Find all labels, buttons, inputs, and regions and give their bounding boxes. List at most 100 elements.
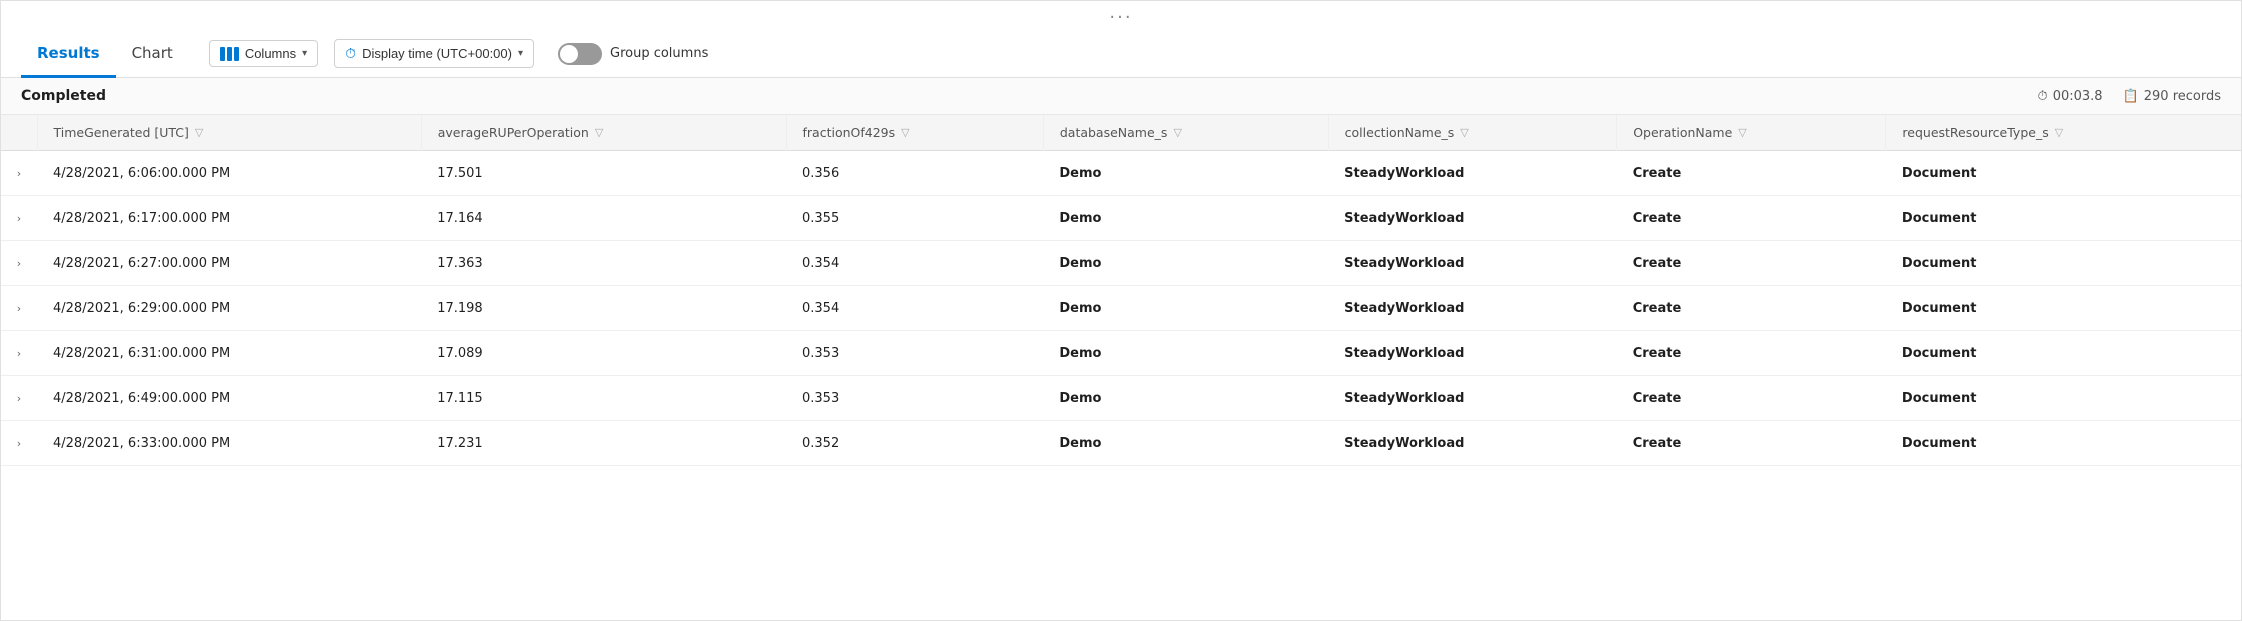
cell-fractionof429s: 0.356 <box>786 151 1043 196</box>
expand-row-button[interactable]: › <box>9 298 29 318</box>
cell-databasename_s: Demo <box>1043 376 1328 421</box>
cell-requestresourcetype_s: Document <box>1886 421 2241 466</box>
columns-button[interactable]: Columns ▾ <box>209 40 318 67</box>
cell-averageruperoperation: 17.089 <box>421 331 786 376</box>
cell-operationname: Create <box>1617 286 1886 331</box>
expand-row-button[interactable]: › <box>9 163 29 183</box>
cell-databasename_s: Demo <box>1043 421 1328 466</box>
status-right: ⏱ 00:03.8 📋 290 records <box>2038 89 2221 104</box>
group-columns-toggle[interactable] <box>558 43 602 65</box>
table-header-row: TimeGenerated [UTC] ▽ averageRUPerOperat… <box>1 115 2241 151</box>
cell-requestresourcetype_s: Document <box>1886 241 2241 286</box>
cell-averageruperoperation: 17.363 <box>421 241 786 286</box>
cell-fractionof429s: 0.354 <box>786 286 1043 331</box>
cell-operationname: Create <box>1617 151 1886 196</box>
table-row: ›4/28/2021, 6:17:00.000 PM17.1640.355Dem… <box>1 196 2241 241</box>
table-row: › 4/28/2021, 6:31:00.000 PM17.0890.353Dem… <box>1 331 2241 376</box>
columns-icon <box>220 47 239 61</box>
cell-collectionname_s: SteadyWorkload <box>1328 196 1617 241</box>
col-header-fraction: fractionOf429s ▽ <box>786 115 1043 151</box>
cell-operationname: Create <box>1617 196 1886 241</box>
col-header-timegen: TimeGenerated [UTC] ▽ <box>37 115 421 151</box>
expand-row-button[interactable]: › <box>9 433 29 453</box>
cell-averageruperoperation: 17.501 <box>421 151 786 196</box>
cell-collectionname_s: SteadyWorkload <box>1328 286 1617 331</box>
cell-databasename_s: Demo <box>1043 151 1328 196</box>
cell-timegenerated: 4/28/2021, 6:49:00.000 PM <box>37 376 421 421</box>
filter-icon-resourcetype[interactable]: ▽ <box>2055 126 2063 139</box>
records-value: 290 records <box>2144 89 2221 104</box>
cell-databasename_s: Demo <box>1043 286 1328 331</box>
cell-databasename_s: Demo <box>1043 241 1328 286</box>
cell-timegenerated: 4/28/2021, 6:33:00.000 PM <box>37 421 421 466</box>
filter-icon-collection[interactable]: ▽ <box>1460 126 1468 139</box>
table-wrap: TimeGenerated [UTC] ▽ averageRUPerOperat… <box>1 115 2241 620</box>
cell-timegenerated: 4/28/2021, 6:29:00.000 PM <box>37 286 421 331</box>
results-table: TimeGenerated [UTC] ▽ averageRUPerOperat… <box>1 115 2241 466</box>
cell-timegenerated: 4/28/2021, 6:06:00.000 PM <box>37 151 421 196</box>
cell-collectionname_s: SteadyWorkload <box>1328 241 1617 286</box>
expand-row-button[interactable]: › <box>9 388 29 408</box>
filter-icon-avgru[interactable]: ▽ <box>595 126 603 139</box>
group-columns-toggle-wrap: Group columns <box>558 43 708 65</box>
table-row: › 4/28/2021, 6:33:00.000 PM17.2310.352Dem… <box>1 421 2241 466</box>
cell-databasename_s: Demo <box>1043 196 1328 241</box>
cell-averageruperoperation: 17.198 <box>421 286 786 331</box>
status-bar: Completed ⏱ 00:03.8 📋 290 records <box>1 78 2241 115</box>
display-time-label: Display time (UTC+00:00) <box>362 46 512 61</box>
cell-fractionof429s: 0.352 <box>786 421 1043 466</box>
cell-averageruperoperation: 17.164 <box>421 196 786 241</box>
tab-results[interactable]: Results <box>21 30 116 78</box>
records-status: 📋 290 records <box>2123 89 2221 104</box>
toggle-knob <box>560 45 578 63</box>
expand-row-button[interactable]: › <box>9 208 29 228</box>
col-header-collection: collectionName_s ▽ <box>1328 115 1617 151</box>
columns-label: Columns <box>245 46 296 61</box>
cell-collectionname_s: SteadyWorkload <box>1328 376 1617 421</box>
filter-icon-timegen[interactable]: ▽ <box>195 126 203 139</box>
cell-collectionname_s: SteadyWorkload <box>1328 331 1617 376</box>
display-time-button[interactable]: ⏱ Display time (UTC+00:00) ▾ <box>334 39 534 68</box>
tab-chart[interactable]: Chart <box>116 30 189 78</box>
cell-operationname: Create <box>1617 376 1886 421</box>
cell-timegenerated: 4/28/2021, 6:31:00.000 PM <box>37 331 421 376</box>
cell-fractionof429s: 0.353 <box>786 331 1043 376</box>
status-completed: Completed <box>21 88 106 104</box>
col-header-operation: OperationName ▽ <box>1617 115 1886 151</box>
cell-operationname: Create <box>1617 331 1886 376</box>
filter-icon-dbname[interactable]: ▽ <box>1173 126 1181 139</box>
cell-requestresourcetype_s: Document <box>1886 376 2241 421</box>
expand-col-header <box>1 115 37 151</box>
top-dots: ··· <box>1 1 2241 30</box>
cell-requestresourcetype_s: Document <box>1886 286 2241 331</box>
cell-databasename_s: Demo <box>1043 331 1328 376</box>
duration-status: ⏱ 00:03.8 <box>2038 89 2103 104</box>
cell-averageruperoperation: 17.231 <box>421 421 786 466</box>
table-row: › 4/28/2021, 6:29:00.000 PM17.1980.354Dem… <box>1 286 2241 331</box>
cell-operationname: Create <box>1617 241 1886 286</box>
filter-icon-operation[interactable]: ▽ <box>1738 126 1746 139</box>
table-row: › 4/28/2021, 6:49:00.000 PM17.1150.353Dem… <box>1 376 2241 421</box>
tab-bar: Results Chart Columns ▾ ⏱ Display time (… <box>1 30 2241 78</box>
cell-fractionof429s: 0.354 <box>786 241 1043 286</box>
expand-row-button[interactable]: › <box>9 253 29 273</box>
cell-averageruperoperation: 17.115 <box>421 376 786 421</box>
filter-icon-fraction[interactable]: ▽ <box>901 126 909 139</box>
col-header-avgru: averageRUPerOperation ▽ <box>421 115 786 151</box>
timer-icon: ⏱ <box>2038 89 2048 104</box>
main-container: ··· Results Chart Columns ▾ ⏱ Dis <box>0 0 2242 621</box>
cell-timegenerated: 4/28/2021, 6:27:00.000 PM <box>37 241 421 286</box>
cell-requestresourcetype_s: Document <box>1886 331 2241 376</box>
cell-requestresourcetype_s: Document <box>1886 196 2241 241</box>
group-columns-label: Group columns <box>610 46 708 61</box>
table-row: › 4/28/2021, 6:27:00.000 PM17.3630.354Dem… <box>1 241 2241 286</box>
expand-row-button[interactable]: › <box>9 343 29 363</box>
cell-collectionname_s: SteadyWorkload <box>1328 421 1617 466</box>
cell-collectionname_s: SteadyWorkload <box>1328 151 1617 196</box>
cell-fractionof429s: 0.353 <box>786 376 1043 421</box>
duration-value: 00:03.8 <box>2053 89 2103 104</box>
cell-operationname: Create <box>1617 421 1886 466</box>
col-header-resourcetype: requestResourceType_s ▽ <box>1886 115 2241 151</box>
col-header-dbname: databaseName_s ▽ <box>1043 115 1328 151</box>
toolbar-group: Columns ▾ ⏱ Display time (UTC+00:00) ▾ G… <box>209 39 709 68</box>
